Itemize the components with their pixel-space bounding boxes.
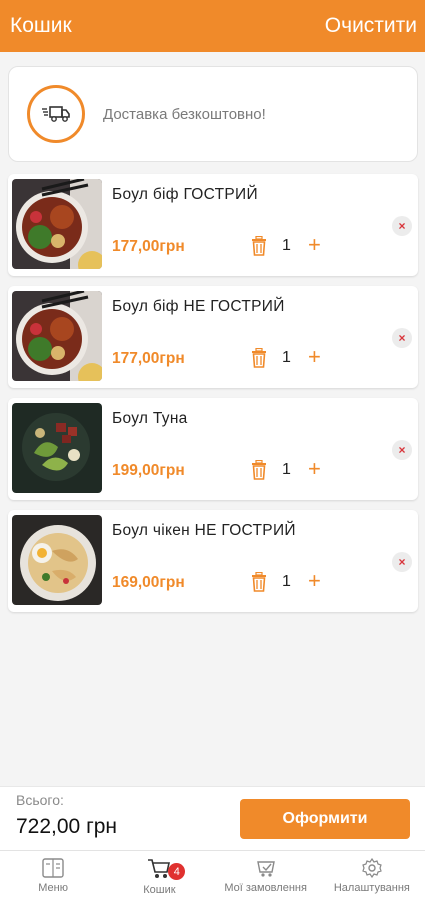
remove-item-button[interactable]: × xyxy=(392,328,412,348)
plus-button[interactable]: + xyxy=(308,234,321,256)
truck-icon xyxy=(27,85,85,143)
menu-icon xyxy=(42,858,64,878)
tab-label: Меню xyxy=(38,882,68,894)
item-price: 177,00грн xyxy=(112,238,185,255)
cart-item: Боул чікен НЕ ГОСТРИЙ 169,00грн 1 + × xyxy=(8,510,418,612)
clear-cart-button[interactable]: Очистити xyxy=(325,14,417,38)
plus-button[interactable]: + xyxy=(308,346,321,368)
item-price: 169,00грн xyxy=(112,574,185,591)
checkout-footer: Всього: 722,00 грн Оформити xyxy=(0,786,425,850)
plus-button[interactable]: + xyxy=(308,570,321,592)
tab-menu[interactable]: Меню xyxy=(0,851,106,900)
checkout-button[interactable]: Оформити xyxy=(240,799,410,839)
item-price: 177,00грн xyxy=(112,350,185,367)
item-quantity: 1 xyxy=(282,573,291,590)
tab-label: Кошик xyxy=(143,884,176,896)
gear-icon xyxy=(362,858,382,878)
item-quantity: 1 xyxy=(282,461,291,478)
trash-icon[interactable] xyxy=(250,460,268,480)
plus-button[interactable]: + xyxy=(308,458,321,480)
total-value: 722,00 грн xyxy=(16,815,118,838)
cart-count-badge: 4 xyxy=(168,863,186,880)
total-label: Всього: xyxy=(16,792,64,808)
item-quantity: 1 xyxy=(282,349,291,366)
delivery-text: Доставка безкоштовно! xyxy=(103,105,266,123)
tab-orders[interactable]: Мої замовлення xyxy=(213,851,319,900)
tab-settings[interactable]: Налаштування xyxy=(319,851,425,900)
tuna-bowl-image xyxy=(12,403,102,493)
tab-label: Мої замовлення xyxy=(224,882,307,894)
app-header: Кошик Очистити xyxy=(0,0,425,52)
cart-item: Боул біф ГОСТРИЙ 177,00грн 1 + × xyxy=(8,174,418,276)
beef-bowl-image xyxy=(12,179,102,269)
remove-item-button[interactable]: × xyxy=(392,216,412,236)
item-name: Боул біф НЕ ГОСТРИЙ xyxy=(112,298,285,315)
tab-label: Налаштування xyxy=(333,882,410,894)
trash-icon[interactable] xyxy=(250,236,268,256)
remove-item-button[interactable]: × xyxy=(392,440,412,460)
remove-item-button[interactable]: × xyxy=(392,552,412,572)
trash-icon[interactable] xyxy=(250,572,268,592)
cart-item: Боул Туна 199,00грн 1 + × xyxy=(8,398,418,500)
chicken-bowl-image xyxy=(12,515,102,605)
orders-icon xyxy=(256,861,275,877)
item-name: Боул біф ГОСТРИЙ xyxy=(112,186,258,203)
delivery-banner: Доставка безкоштовно! xyxy=(8,66,418,162)
item-name: Боул чікен НЕ ГОСТРИЙ xyxy=(112,522,296,539)
page-title: Кошик xyxy=(10,14,72,37)
cart-screen: Кошик Очистити Доставка безкоштовно! Боу… xyxy=(0,0,425,900)
item-quantity: 1 xyxy=(282,237,291,254)
beef-bowl-image xyxy=(12,291,102,381)
trash-icon[interactable] xyxy=(250,348,268,368)
cart-item: Боул біф НЕ ГОСТРИЙ 177,00грн 1 + × xyxy=(8,286,418,388)
bottom-tab-bar: Меню 4 Кошик Мої замовлення Налаштування xyxy=(0,850,425,900)
item-price: 199,00грн xyxy=(112,462,185,479)
item-name: Боул Туна xyxy=(112,410,188,427)
tab-cart[interactable]: 4 Кошик xyxy=(106,851,212,900)
